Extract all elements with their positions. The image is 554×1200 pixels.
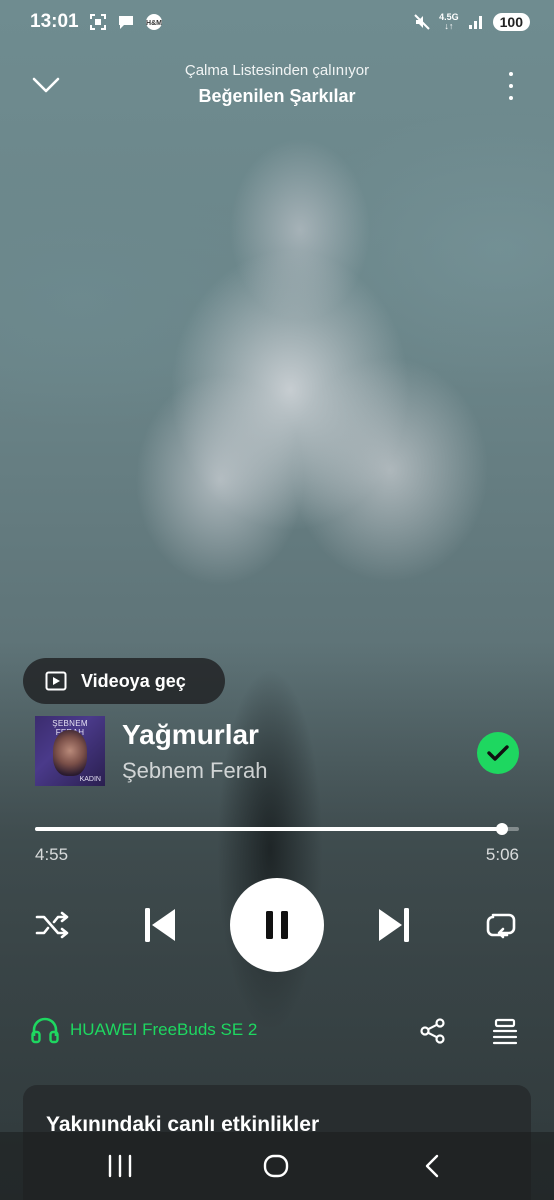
next-icon (379, 908, 409, 942)
switch-to-video-button[interactable]: Videoya geç (23, 658, 225, 704)
switch-to-video-label: Videoya geç (81, 670, 186, 691)
screenshot-icon (89, 13, 107, 31)
album-cover[interactable]: ŞEBNEM FERAH KADIN (35, 716, 105, 786)
device-row: HUAWEI FreeBuds SE 2 (30, 1012, 520, 1052)
video-icon (45, 671, 67, 691)
play-pause-button[interactable] (230, 878, 324, 972)
track-artist[interactable]: Şebnem Ferah (122, 758, 268, 784)
back-icon (425, 1154, 439, 1178)
cover-album-text: KADIN (79, 776, 101, 783)
progress-bar[interactable] (35, 822, 519, 836)
queue-icon (492, 1018, 518, 1045)
next-button[interactable] (374, 904, 414, 946)
device-name: HUAWEI FreeBuds SE 2 (70, 1020, 258, 1039)
player-header: Çalma Listesinden çalınıyor Beğenilen Şa… (0, 56, 554, 116)
share-icon (420, 1018, 445, 1044)
connected-device-button[interactable]: HUAWEI FreeBuds SE 2 (30, 1016, 257, 1044)
mute-icon (413, 13, 431, 31)
progress-fill (35, 827, 502, 831)
back-button[interactable] (412, 1150, 452, 1182)
network-indicator: 4.5G ↓↑ (439, 12, 459, 31)
chat-icon (117, 13, 135, 31)
repeat-icon (486, 913, 516, 939)
progress-knob[interactable] (495, 823, 508, 835)
playing-from-label: Çalma Listesinden çalınıyor (184, 62, 370, 79)
liked-button[interactable] (477, 732, 519, 774)
queue-button[interactable] (490, 1016, 520, 1046)
recents-icon (108, 1154, 132, 1178)
more-vertical-icon (509, 72, 513, 76)
system-navigation-bar (0, 1132, 554, 1200)
recents-button[interactable] (100, 1150, 140, 1182)
more-options-button[interactable] (504, 70, 518, 102)
check-icon (487, 745, 509, 761)
share-button[interactable] (418, 1016, 448, 1046)
signal-icon (467, 13, 485, 31)
previous-button[interactable] (140, 904, 180, 946)
track-title[interactable]: Yağmurlar (122, 719, 259, 751)
status-bar: 13:01 H&M 4.5G ↓↑ 100 (0, 0, 554, 44)
playback-controls (0, 878, 554, 972)
battery-indicator: 100 (492, 13, 530, 31)
hm-app-icon: H&M (145, 13, 163, 31)
cover-portrait (53, 730, 87, 776)
status-time: 13:01 (30, 11, 79, 32)
svg-text:H&M: H&M (146, 20, 162, 27)
track-info: ŞEBNEM FERAH KADIN Yağmurlar Şebnem Fera… (35, 716, 519, 788)
total-time: 5:06 (485, 845, 519, 864)
shuffle-icon (35, 911, 69, 939)
pause-icon (266, 911, 288, 939)
home-button[interactable] (256, 1150, 296, 1182)
shuffle-button[interactable] (34, 907, 70, 943)
elapsed-time: 4:55 (35, 845, 69, 864)
playlist-title[interactable]: Beğenilen Şarkılar (0, 86, 554, 107)
repeat-button[interactable] (482, 907, 518, 943)
previous-icon (145, 908, 175, 942)
headphones-icon (31, 1017, 59, 1044)
home-icon (263, 1154, 289, 1178)
